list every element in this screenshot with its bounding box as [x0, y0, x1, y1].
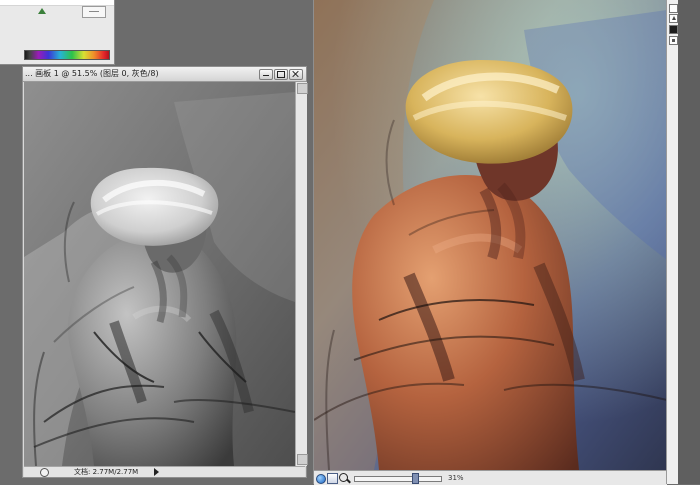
circle-icon[interactable]: [40, 468, 49, 477]
right-status-bar: 31%: [314, 470, 667, 485]
maximize-icon[interactable]: [274, 69, 288, 80]
zoom-slider[interactable]: [354, 476, 442, 482]
black-swatch-icon[interactable]: [669, 25, 678, 34]
color-picker-panel: [0, 0, 115, 65]
minimize-icon[interactable]: [259, 69, 273, 80]
scroll-up-icon[interactable]: [297, 83, 308, 94]
left-canvas-artwork[interactable]: [24, 82, 295, 466]
right-document-window: 31%: [313, 0, 667, 485]
left-window-titlebar[interactable]: ... 画板 1 @ 51.5% (图层 0, 灰色/8): [23, 67, 306, 82]
picker-triangle-icon[interactable]: [38, 8, 46, 14]
small-square-icon[interactable]: [669, 36, 678, 45]
play-arrow-icon[interactable]: [154, 468, 159, 476]
color-spectrum-bar[interactable]: [24, 50, 110, 60]
zoom-readout: 31%: [448, 474, 464, 482]
grayscale-portrait-art: [24, 82, 295, 466]
left-document-window: ... 画板 1 @ 51.5% (图层 0, 灰色/8) 文档: 2.77M/…: [22, 66, 308, 478]
color-portrait-art: [314, 0, 667, 470]
square-icon[interactable]: [669, 4, 678, 13]
zoom-slider-thumb[interactable]: [412, 473, 419, 484]
navigator-icon[interactable]: [316, 474, 326, 484]
close-icon[interactable]: [289, 69, 303, 80]
right-gutter: [678, 0, 700, 484]
triangle-icon[interactable]: [669, 14, 678, 23]
document-size-readout: 文档: 2.77M/2.77M: [74, 468, 139, 476]
zoom-icon[interactable]: [339, 473, 348, 482]
hand-icon[interactable]: [327, 473, 338, 484]
picker-mini-box[interactable]: [82, 6, 106, 18]
left-window-title: ... 画板 1 @ 51.5% (图层 0, 灰色/8): [25, 69, 159, 78]
right-canvas-artwork[interactable]: [314, 0, 667, 470]
left-vertical-scrollbar[interactable]: [295, 82, 308, 466]
left-status-bar: 文档: 2.77M/2.77M: [24, 466, 305, 477]
scroll-down-icon[interactable]: [297, 454, 308, 465]
